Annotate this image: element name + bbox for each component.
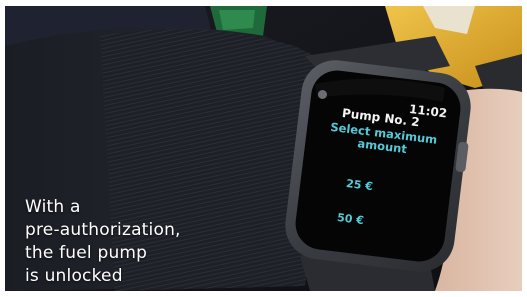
caption-line-2: pre-authorization, bbox=[25, 220, 181, 240]
image-frame: 11:02 Pump No. 2 Select maximum amount 2… bbox=[0, 0, 527, 297]
caption-line-1: With a bbox=[25, 197, 81, 217]
caption-line-3: the fuel pump bbox=[25, 243, 148, 263]
caption: With a pre-authorization, the fuel pump … bbox=[25, 196, 265, 288]
photo: 11:02 Pump No. 2 Select maximum amount 2… bbox=[5, 6, 522, 291]
caption-line-4: is unlocked bbox=[25, 266, 123, 286]
